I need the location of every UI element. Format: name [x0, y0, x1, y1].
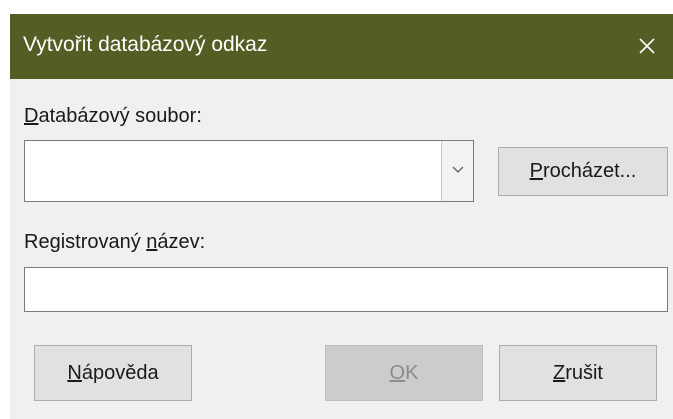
registered-name-label-end: ázev:: [157, 231, 206, 253]
registered-name-input[interactable]: [24, 267, 668, 312]
cancel-button-mnemonic: Z: [552, 362, 566, 384]
ok-button[interactable]: OK: [325, 345, 483, 401]
help-button-mnemonic: N: [67, 362, 82, 384]
browse-button[interactable]: Procházet...: [498, 147, 668, 196]
database-file-dropdown-button[interactable]: [441, 141, 473, 201]
title-bar[interactable]: Vytvořit databázový odkaz: [10, 14, 673, 79]
cancel-button[interactable]: Zrušit: [499, 345, 657, 401]
registered-name-label-mnemonic: n: [146, 231, 158, 253]
registered-name-label-start: Registrovaný: [24, 231, 147, 253]
help-button-label: ápověda: [81, 362, 159, 384]
cancel-button-label: rušit: [565, 362, 603, 384]
close-icon: [639, 38, 655, 54]
database-file-combobox[interactable]: [24, 140, 474, 202]
database-file-input[interactable]: [25, 141, 441, 201]
database-file-label-mnemonic: D: [24, 105, 39, 127]
ok-button-label: K: [405, 362, 419, 384]
database-file-label: Databázový soubor:: [24, 105, 202, 128]
browse-button-label: rocházet...: [542, 160, 637, 182]
close-button[interactable]: [627, 26, 667, 66]
dialog-title: Vytvořit databázový odkaz: [23, 33, 268, 56]
database-file-label-text: atabázový soubor:: [38, 105, 202, 127]
help-button[interactable]: Nápověda: [34, 345, 192, 401]
registered-name-label: Registrovaný název:: [24, 231, 205, 254]
create-database-link-dialog: Vytvořit databázový odkaz Databázový sou…: [10, 14, 673, 419]
browse-button-mnemonic: P: [529, 160, 543, 182]
ok-button-mnemonic: O: [389, 362, 406, 384]
chevron-down-icon: [452, 166, 464, 173]
